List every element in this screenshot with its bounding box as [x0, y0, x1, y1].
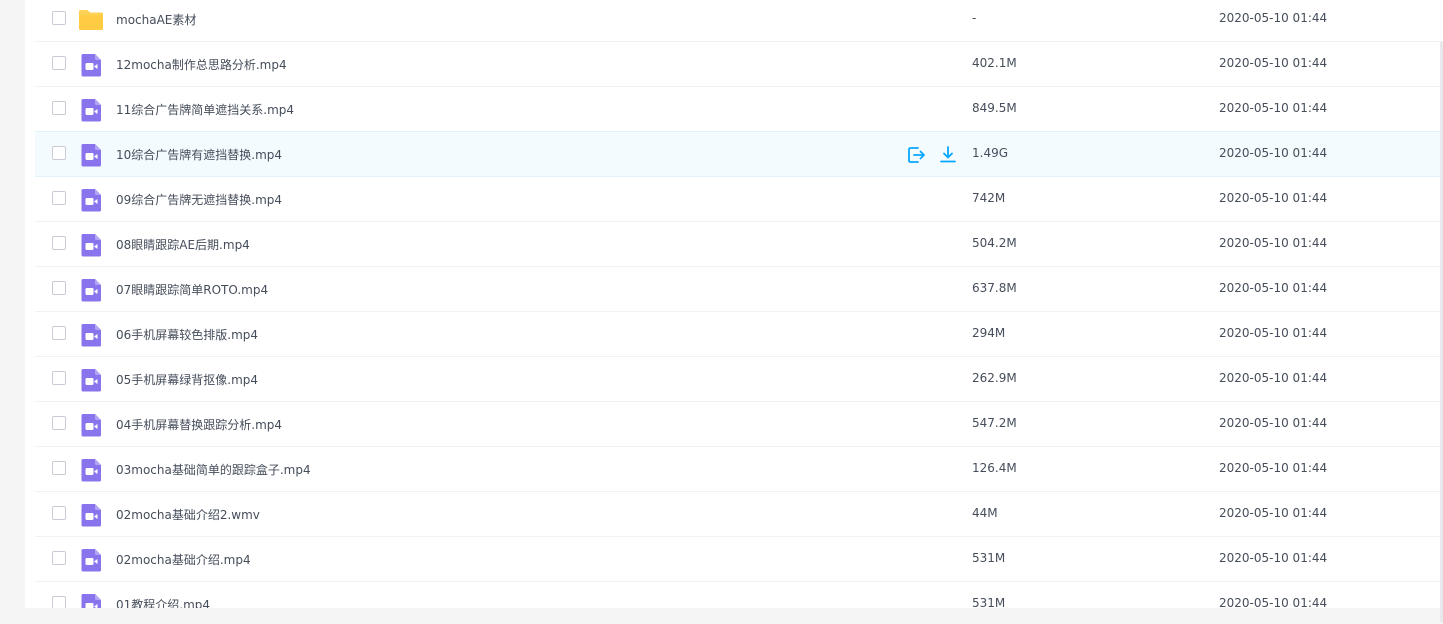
- file-date: 2020-05-10 01:44: [1219, 101, 1328, 115]
- file-date: 2020-05-10 01:44: [1219, 371, 1328, 385]
- file-size: 126.4M: [972, 461, 1017, 475]
- file-size: 849.5M: [972, 101, 1017, 115]
- file-name-link[interactable]: 11综合广告牌简单遮挡关系.mp4: [116, 101, 294, 118]
- file-row[interactable]: 11综合广告牌简单遮挡关系.mp4 849.5M 2020-05-10 01:44: [35, 87, 1443, 132]
- file-size: -: [972, 11, 977, 25]
- file-name-link[interactable]: 08眼睛跟踪AE后期.mp4: [116, 236, 250, 253]
- video-file-icon: [78, 187, 104, 213]
- file-date: 2020-05-10 01:44: [1219, 191, 1328, 205]
- row-checkbox[interactable]: [52, 416, 66, 430]
- file-row[interactable]: 05手机屏幕绿背抠像.mp4 262.9M 2020-05-10 01:44: [35, 357, 1443, 402]
- file-name-link[interactable]: 02mocha基础介绍2.wmv: [116, 506, 260, 523]
- file-name-link[interactable]: mochaAE素材: [116, 11, 196, 28]
- video-file-icon: [78, 457, 104, 483]
- file-name-link[interactable]: 02mocha基础介绍.mp4: [116, 551, 251, 568]
- file-name-link[interactable]: 05手机屏幕绿背抠像.mp4: [116, 371, 258, 388]
- row-checkbox[interactable]: [52, 191, 66, 205]
- file-name-link[interactable]: 09综合广告牌无遮挡替换.mp4: [116, 191, 282, 208]
- file-row[interactable]: 07眼睛跟踪简单ROTO.mp4 637.8M 2020-05-10 01:44: [35, 267, 1443, 312]
- file-row[interactable]: 06手机屏幕较色排版.mp4 294M 2020-05-10 01:44: [35, 312, 1443, 357]
- row-checkbox[interactable]: [52, 101, 66, 115]
- file-row[interactable]: 03mocha基础简单的跟踪盒子.mp4 126.4M 2020-05-10 01:…: [35, 447, 1443, 492]
- video-file-icon: [78, 232, 104, 258]
- video-file-icon: [78, 547, 104, 573]
- file-row[interactable]: 10综合广告牌有遮挡替换.mp4 1.49G 2020-05-10 01:44: [35, 131, 1443, 177]
- file-size: 1.49G: [972, 146, 1009, 160]
- file-date: 2020-05-10 01:44: [1219, 326, 1328, 340]
- file-row[interactable]: 02mocha基础介绍.mp4 531M 2020-05-10 01:44: [35, 537, 1443, 582]
- file-size: 547.2M: [972, 416, 1017, 430]
- video-file-icon: [78, 97, 104, 123]
- row-checkbox[interactable]: [52, 371, 66, 385]
- row-checkbox[interactable]: [52, 326, 66, 340]
- video-file-icon: [78, 367, 104, 393]
- row-checkbox[interactable]: [52, 281, 66, 295]
- file-size: 262.9M: [972, 371, 1017, 385]
- file-row[interactable]: 12mocha制作总思路分析.mp4 402.1M 2020-05-10 01:44: [35, 42, 1443, 87]
- file-name-link[interactable]: 10综合广告牌有遮挡替换.mp4: [116, 146, 282, 163]
- file-size: 504.2M: [972, 236, 1017, 250]
- row-checkbox[interactable]: [52, 551, 66, 565]
- file-name-link[interactable]: 04手机屏幕替换跟踪分析.mp4: [116, 416, 282, 433]
- file-size: 531M: [972, 596, 1006, 608]
- file-row[interactable]: 08眼睛跟踪AE后期.mp4 504.2M 2020-05-10 01:44: [35, 222, 1443, 267]
- row-checkbox[interactable]: [52, 56, 66, 70]
- video-file-icon: [78, 592, 104, 608]
- file-date: 2020-05-10 01:44: [1219, 461, 1328, 475]
- file-size: 402.1M: [972, 56, 1017, 70]
- file-size: 531M: [972, 551, 1006, 565]
- file-row[interactable]: mochaAE素材 - 2020-05-10 01:44: [35, 0, 1443, 42]
- video-file-icon: [78, 322, 104, 348]
- row-checkbox[interactable]: [52, 146, 66, 160]
- video-file-icon: [78, 52, 104, 78]
- file-name-link[interactable]: 03mocha基础简单的跟踪盒子.mp4: [116, 461, 311, 478]
- row-checkbox[interactable]: [52, 11, 66, 25]
- file-date: 2020-05-10 01:44: [1219, 596, 1328, 608]
- file-row[interactable]: 09综合广告牌无遮挡替换.mp4 742M 2020-05-10 01:44: [35, 177, 1443, 222]
- download-icon[interactable]: [937, 144, 959, 166]
- share-icon[interactable]: [905, 144, 927, 166]
- file-list-panel: mochaAE素材 -2020-05-10 01:44 12mocha制作总思路分析…: [25, 0, 1443, 608]
- video-file-icon: [78, 412, 104, 438]
- row-checkbox[interactable]: [52, 596, 66, 608]
- file-size: 637.8M: [972, 281, 1017, 295]
- row-checkbox[interactable]: [52, 461, 66, 475]
- file-name-link[interactable]: 01教程介绍.mp4: [116, 596, 210, 608]
- file-name-link[interactable]: 06手机屏幕较色排版.mp4: [116, 326, 258, 343]
- row-checkbox[interactable]: [52, 236, 66, 250]
- row-checkbox[interactable]: [52, 506, 66, 520]
- file-row[interactable]: 04手机屏幕替换跟踪分析.mp4 547.2M 2020-05-10 01:44: [35, 402, 1443, 447]
- file-date: 2020-05-10 01:44: [1219, 146, 1328, 160]
- file-size: 742M: [972, 191, 1006, 205]
- file-size: 294M: [972, 326, 1006, 340]
- file-row[interactable]: 02mocha基础介绍2.wmv 44M 2020-05-10 01:44: [35, 492, 1443, 537]
- file-date: 2020-05-10 01:44: [1219, 506, 1328, 520]
- file-date: 2020-05-10 01:44: [1219, 416, 1328, 430]
- video-file-icon: [78, 277, 104, 303]
- folder-icon: [78, 7, 104, 33]
- file-row[interactable]: 01教程介绍.mp4 531M 2020-05-10 01:44: [35, 582, 1443, 608]
- file-date: 2020-05-10 01:44: [1219, 11, 1328, 25]
- file-date: 2020-05-10 01:44: [1219, 56, 1328, 70]
- video-file-icon: [78, 142, 104, 168]
- file-date: 2020-05-10 01:44: [1219, 281, 1328, 295]
- file-date: 2020-05-10 01:44: [1219, 551, 1328, 565]
- video-file-icon: [78, 502, 104, 528]
- file-name-link[interactable]: 07眼睛跟踪简单ROTO.mp4: [116, 281, 268, 298]
- file-name-link[interactable]: 12mocha制作总思路分析.mp4: [116, 56, 287, 73]
- file-size: 44M: [972, 506, 998, 520]
- file-date: 2020-05-10 01:44: [1219, 236, 1328, 250]
